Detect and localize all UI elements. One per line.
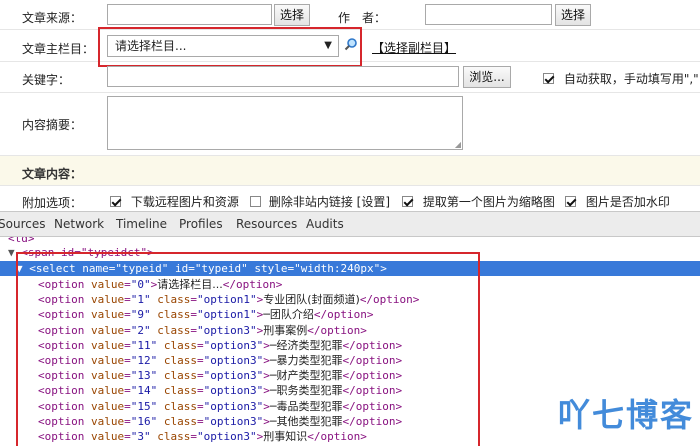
select-sub-column-link[interactable]: 【选择副栏目】: [372, 39, 456, 56]
source-row: 文章来源： 选择 作 者： 选择: [0, 0, 700, 30]
keywords-input[interactable]: [107, 66, 459, 87]
summary-row: 内容摘要： ◢: [0, 93, 700, 156]
watermark-text: 图片是否加水印: [585, 195, 670, 209]
highlight-box-select: [98, 27, 362, 67]
content-label: 文章内容：: [22, 167, 83, 181]
main-column-label: 文章主栏目：: [22, 42, 95, 56]
collapse-arrow-icon[interactable]: ▼: [8, 246, 15, 259]
auto-fetch-text: 自动获取，手动填写用",": [563, 72, 699, 86]
tab-network[interactable]: Network: [54, 217, 104, 231]
tab-profiles[interactable]: Profiles: [179, 217, 223, 231]
first-image-text: 提取第一个图片为缩略图: [422, 195, 555, 209]
watermark-checkbox[interactable]: [565, 196, 576, 207]
watermark-text: 吖七博客: [557, 396, 694, 434]
devtools-tabbar: Sources Network Timeline Profiles Resour…: [0, 211, 700, 237]
author-input[interactable]: [425, 4, 552, 25]
source-input[interactable]: [107, 4, 272, 25]
tab-sources[interactable]: Sources: [0, 217, 45, 231]
keywords-row: 关键字： 浏览... 自动获取，手动填写用",": [0, 62, 700, 93]
keywords-browse-button[interactable]: 浏览...: [463, 66, 511, 88]
highlight-box-code: [16, 252, 480, 446]
source-select-button[interactable]: 选择: [274, 4, 310, 26]
summary-label: 内容摘要：: [22, 118, 83, 132]
remove-links-text: 删除非站内链接: [268, 195, 353, 209]
option-watermark[interactable]: 图片是否加水印: [565, 193, 670, 210]
search-icon[interactable]: [344, 37, 358, 51]
content-row: 文章内容：: [0, 156, 700, 186]
option-first-image[interactable]: 提取第一个图片为缩略图: [402, 193, 555, 210]
tab-resources[interactable]: Resources: [236, 217, 297, 231]
author-select-button[interactable]: 选择: [555, 4, 591, 26]
auto-fetch-checkbox[interactable]: [543, 73, 554, 84]
auto-fetch-option[interactable]: 自动获取，手动填写用",": [543, 70, 699, 87]
remove-links-checkbox[interactable]: [250, 196, 261, 207]
source-label: 文章来源：: [22, 11, 83, 25]
option-remove-links[interactable]: 删除非站内链接 [设置]: [250, 193, 390, 210]
summary-textarea[interactable]: ◢: [107, 96, 463, 150]
option-download-remote[interactable]: 下载远程图片和资源: [110, 193, 239, 210]
tab-audits[interactable]: Audits: [306, 217, 344, 231]
tab-timeline[interactable]: Timeline: [116, 217, 167, 231]
article-form: 文章来源： 选择 作 者： 选择 文章主栏目： 请选择栏目... ▼ 【选择副栏…: [0, 0, 700, 211]
settings-link[interactable]: [设置]: [357, 195, 390, 209]
download-remote-checkbox[interactable]: [110, 196, 121, 207]
author-label: 作 者：: [338, 11, 387, 25]
first-image-checkbox[interactable]: [402, 196, 413, 207]
extra-options-label: 附加选项：: [22, 196, 83, 210]
download-remote-text: 下载远程图片和资源: [130, 195, 239, 209]
extra-options-row: 附加选项： 下载远程图片和资源 删除非站内链接 [设置] 提取第一个图片为缩略图…: [0, 186, 700, 211]
keywords-label: 关键字：: [22, 73, 71, 87]
watermark-logo: 吖七博客: [558, 390, 694, 436]
resize-grip-icon[interactable]: ◢: [455, 140, 461, 149]
